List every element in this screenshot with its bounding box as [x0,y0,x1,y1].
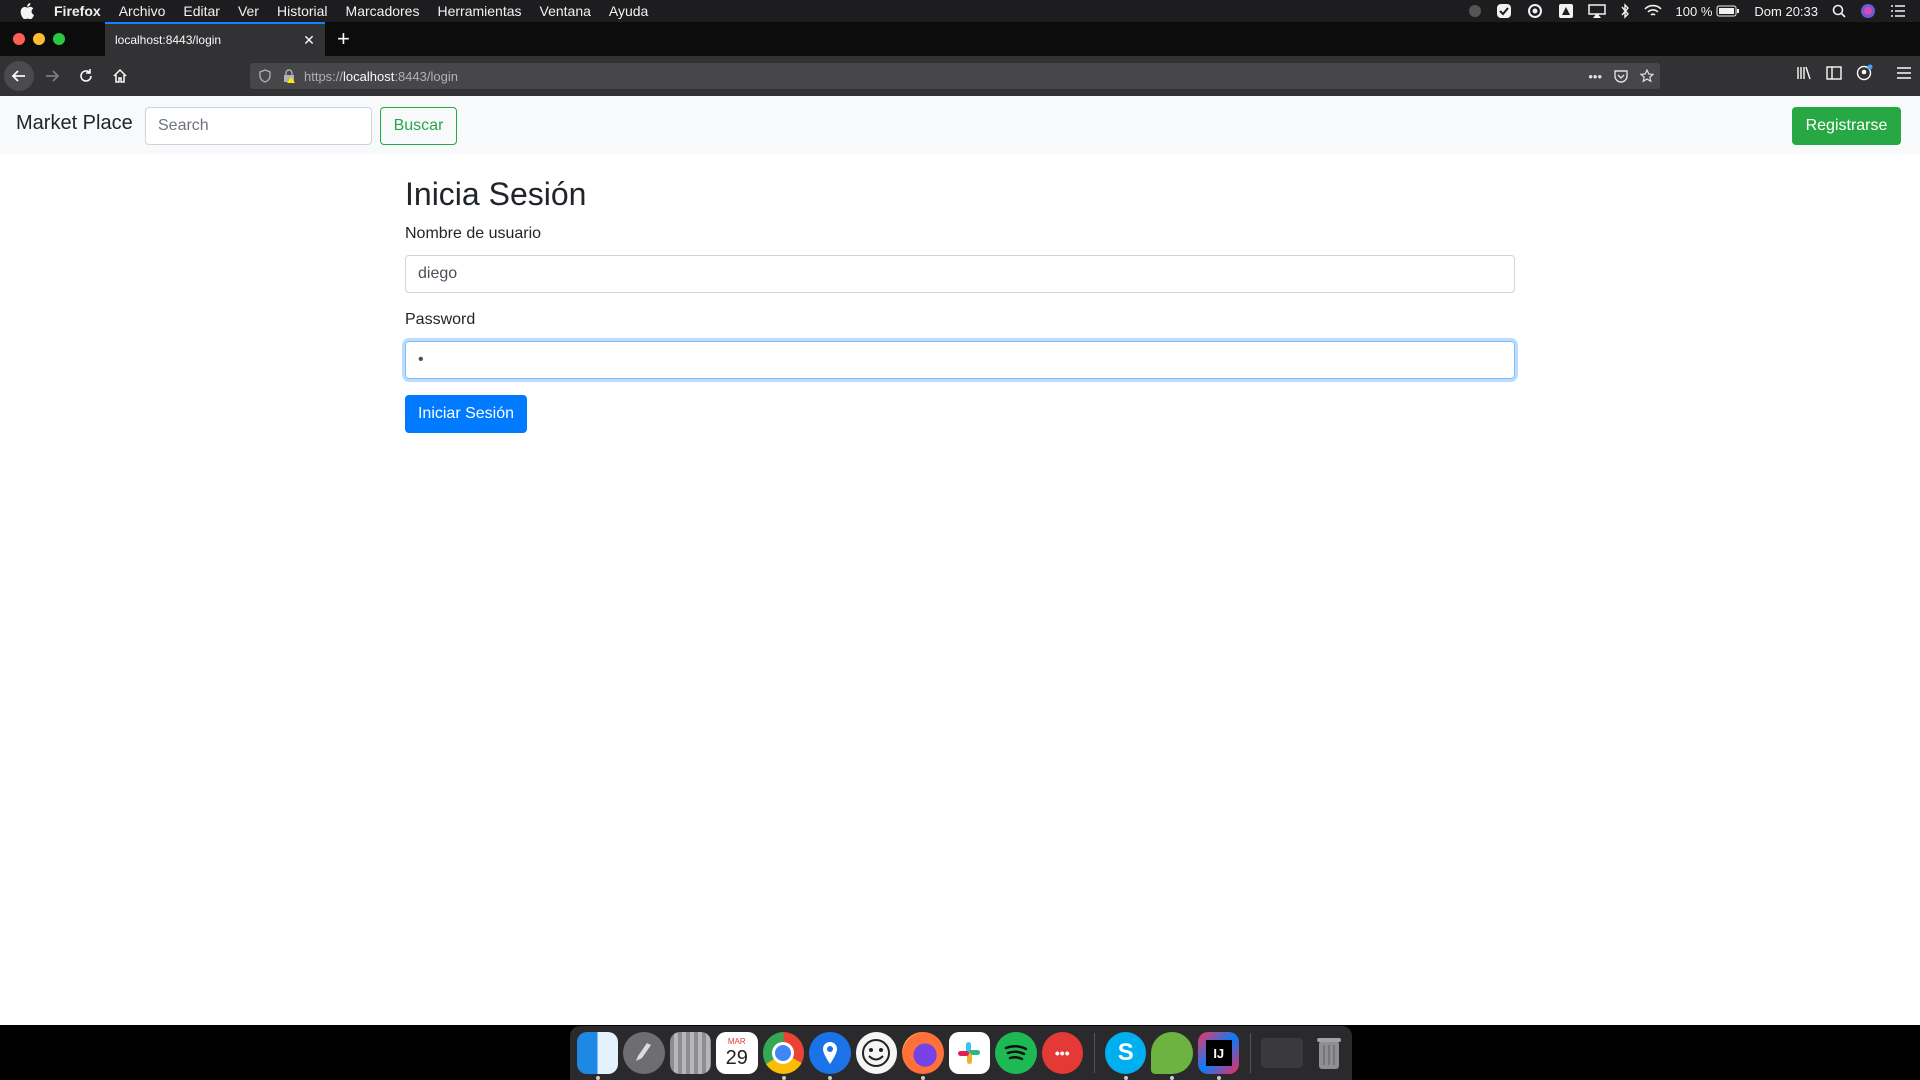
menu-historial[interactable]: Historial [277,3,328,19]
page-title: Inicia Sesión [405,176,587,212]
siri-icon[interactable] [1860,3,1876,19]
skype-icon[interactable]: S [1104,1032,1147,1080]
menu-archivo[interactable]: Archivo [119,3,166,19]
zoom-window-button[interactable] [53,33,65,45]
username-field[interactable] [405,255,1515,293]
messages-icon[interactable]: ••• [1041,1032,1083,1074]
battery-percent: 100 % [1675,3,1713,19]
maps-pin-icon[interactable] [809,1032,851,1080]
calendar-month: MAR [727,1037,746,1046]
bluetooth-icon[interactable] [1620,3,1630,19]
new-tab-icon[interactable]: + [337,28,350,50]
dock-separator [1093,1033,1095,1073]
url-bar[interactable]: https://localhost:8443/login ••• [250,63,1660,89]
drive-icon[interactable] [1558,3,1574,19]
running-indicator [1123,1076,1128,1080]
forward-arrow-icon[interactable] [36,60,68,92]
menu-ayuda[interactable]: Ayuda [609,3,648,19]
url-text: https://localhost:8443/login [304,69,458,84]
running-indicator [595,1076,600,1080]
battery-icon[interactable] [1716,5,1740,17]
macos-dock: MAR 29 ••• S IJ [570,1026,1352,1080]
dock-separator [1249,1033,1251,1073]
slack-icon[interactable] [948,1032,990,1074]
chrome-icon[interactable] [762,1032,804,1080]
brand-link[interactable]: Market Place [16,112,133,135]
library-icon[interactable] [1796,65,1812,81]
cloud-icon[interactable] [1526,4,1544,18]
checkmark-icon[interactable] [1496,3,1512,19]
macos-menu-bar: Firefox Archivo Editar Ver Historial Mar… [0,0,1920,22]
firefox-icon[interactable] [902,1032,944,1080]
password-label: Password [405,311,476,328]
status-circle-icon[interactable] [1468,4,1482,18]
back-arrow-icon[interactable] [4,61,34,91]
apple-icon[interactable] [20,3,40,19]
spotlight-search-icon[interactable] [1832,4,1846,18]
running-indicator [1170,1076,1175,1080]
page-viewport: Market Place Buscar Registrarse Inicia S… [0,96,1920,1025]
intellij-icon[interactable]: IJ [1197,1032,1240,1080]
screen-icon[interactable] [1261,1038,1303,1068]
tracking-shield-icon[interactable] [258,69,272,83]
url-host: localhost [343,68,395,84]
wifi-icon[interactable] [1643,4,1662,18]
calendar-icon[interactable]: MAR 29 [716,1032,758,1074]
menu-marcadores[interactable]: Marcadores [346,3,420,19]
notification-center-icon[interactable] [1890,4,1906,18]
running-indicator [921,1076,925,1080]
running-indicator [781,1076,786,1080]
tab-title: localhost:8443/login [115,33,222,47]
window-controls [13,33,105,45]
reload-icon[interactable] [70,60,102,92]
pocket-icon[interactable] [1614,69,1628,83]
close-tab-icon[interactable]: ✕ [301,32,317,49]
running-indicator [1216,1076,1221,1080]
spring-icon[interactable] [1151,1032,1193,1080]
menu-app-name[interactable]: Firefox [54,3,101,19]
username-label: Nombre de usuario [405,225,542,242]
airplay-icon[interactable] [1587,4,1606,18]
register-button[interactable]: Registrarse [1792,107,1901,145]
close-window-button[interactable] [13,33,25,45]
minimize-window-button[interactable] [33,33,45,45]
search-button[interactable]: Buscar [380,107,457,145]
menu-herramientas[interactable]: Herramientas [437,3,521,19]
menu-ver[interactable]: Ver [238,3,259,19]
notes-icon[interactable] [669,1032,711,1074]
site-navbar: Market Place Buscar Registrarse [0,96,1920,154]
menu-editar[interactable]: Editar [183,3,220,19]
hamburger-menu-icon[interactable] [1896,66,1912,80]
browser-toolbar: https://localhost:8443/login ••• [0,56,1920,96]
search-input[interactable] [145,107,372,145]
browser-tab-active[interactable]: localhost:8443/login ✕ [105,22,325,56]
calendar-day: 29 [725,1047,748,1069]
url-scheme: https:// [304,68,344,84]
bookmark-star-icon[interactable] [1640,69,1654,83]
home-icon[interactable] [104,60,136,92]
menu-ventana[interactable]: Ventana [540,3,591,19]
browser-tab-strip: localhost:8443/login ✕ + [0,22,1920,56]
password-field[interactable] [405,341,1515,379]
launchpad-icon[interactable] [623,1032,665,1074]
finder-icon[interactable] [576,1032,618,1080]
smiley-icon[interactable] [855,1032,897,1074]
running-indicator [828,1076,832,1080]
sidebar-icon[interactable] [1826,65,1842,81]
insecure-lock-warning-icon[interactable] [282,69,296,83]
trash-icon[interactable] [1308,1032,1350,1074]
page-actions-icon[interactable]: ••• [1588,69,1602,84]
menubar-clock[interactable]: Dom 20:33 [1754,4,1818,19]
account-icon[interactable] [1856,64,1874,82]
login-submit-button[interactable]: Iniciar Sesión [405,395,527,433]
spotify-icon[interactable] [995,1032,1037,1074]
url-path: :8443/login [394,68,458,84]
